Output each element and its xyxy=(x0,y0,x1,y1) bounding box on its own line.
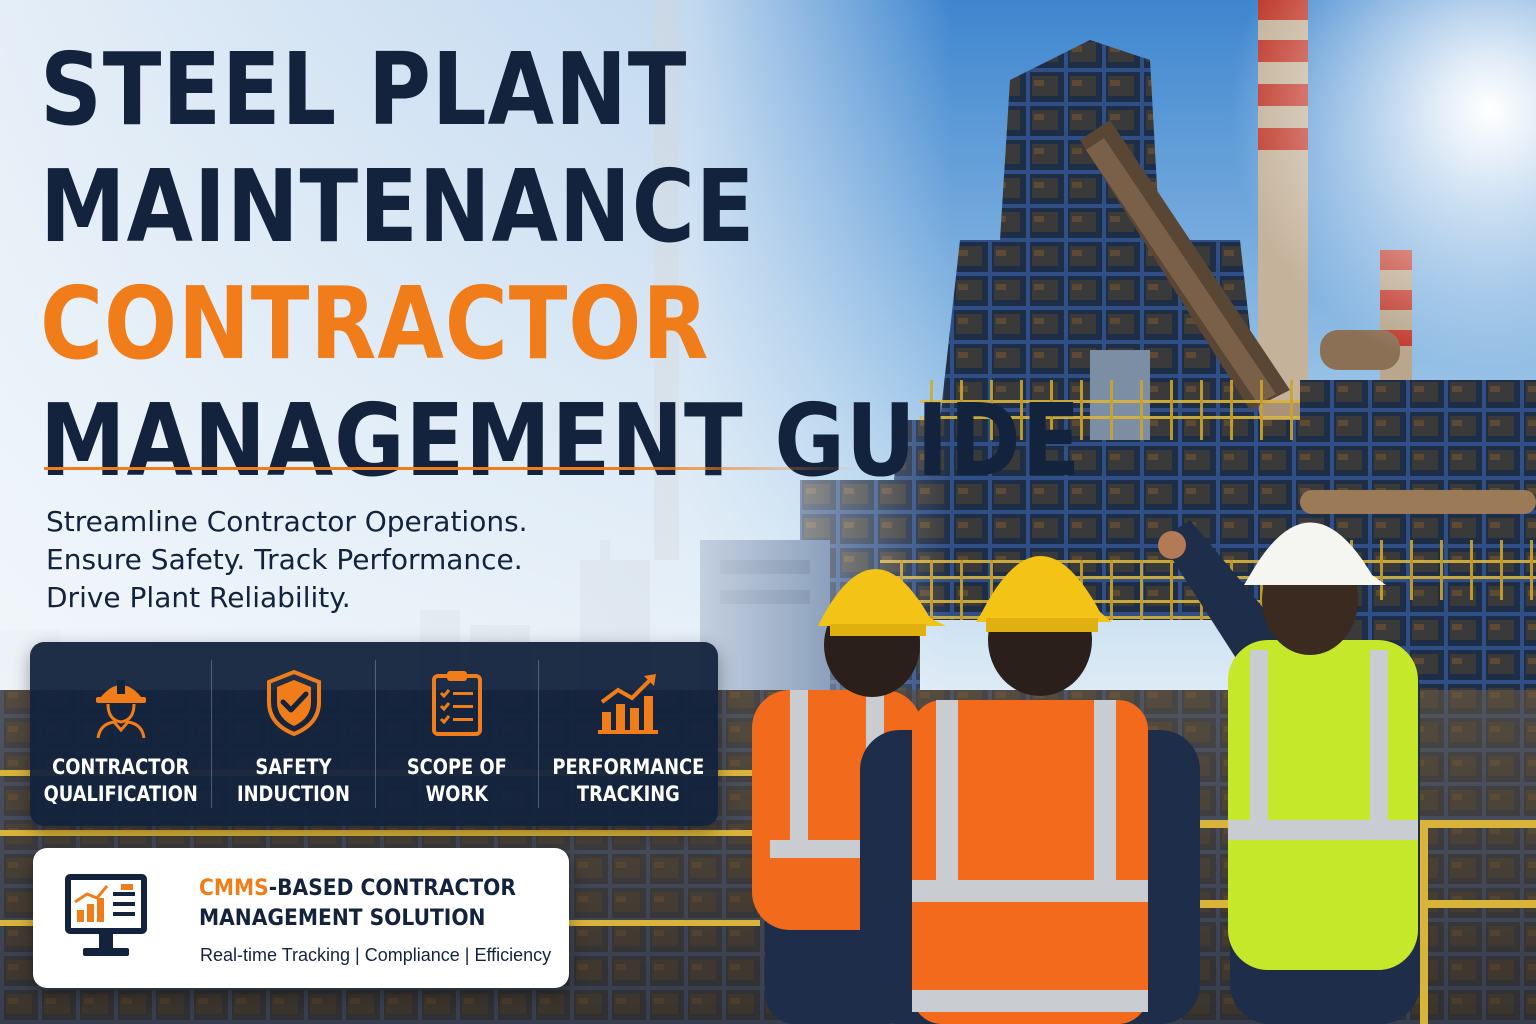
feature-label-line-1: SAFETY xyxy=(255,755,332,779)
headline: STEEL PLANT MAINTENANCE CONTRACTOR MANAG… xyxy=(40,40,1081,508)
tagline-line-3: Drive Plant Reliability. xyxy=(46,581,351,614)
headline-line-1: STEEL PLANT xyxy=(40,31,688,148)
cmms-title: CMMS-BASED CONTRACTOR MANAGEMENT SOLUTIO… xyxy=(199,874,516,934)
feature-performance-tracking: PERFORMANCE TRACKING xyxy=(539,660,718,808)
clipboard-checklist-icon xyxy=(432,671,483,736)
feature-label-line-2: WORK xyxy=(425,782,489,806)
cmms-title-line-2: MANAGEMENT SOLUTION xyxy=(199,906,486,931)
headline-line-2: MAINTENANCE xyxy=(40,148,756,265)
cmms-title-rest: -BASED CONTRACTOR xyxy=(268,876,516,901)
feature-label-line-2: INDUCTION xyxy=(237,782,351,806)
feature-panel: CONTRACTOR QUALIFICATION SAFETY INDUCTIO… xyxy=(30,642,718,826)
tagline: Streamline Contractor Operations. Ensure… xyxy=(46,503,528,617)
feature-contractor-qualification: CONTRACTOR QUALIFICATION xyxy=(30,660,213,808)
bar-chart-trend-icon xyxy=(597,674,658,734)
feature-label-line-1: PERFORMANCE xyxy=(552,755,705,779)
monitor-dashboard-icon xyxy=(65,874,147,956)
feature-scope-of-work: SCOPE OF WORK xyxy=(376,660,540,808)
headline-line-3: CONTRACTOR xyxy=(40,265,710,382)
feature-safety-induction: SAFETY INDUCTION xyxy=(212,660,376,808)
shield-check-icon xyxy=(266,669,321,737)
headline-divider xyxy=(44,467,864,470)
cmms-subtitle: Real-time Tracking | Compliance | Effici… xyxy=(200,945,552,965)
hard-hat-worker-icon xyxy=(95,680,146,738)
cmms-card: CMMS-BASED CONTRACTOR MANAGEMENT SOLUTIO… xyxy=(33,848,569,988)
tagline-line-1: Streamline Contractor Operations. xyxy=(46,505,528,538)
headline-line-4: MANAGEMENT GUIDE xyxy=(40,382,1082,499)
feature-label: SAFETY INDUCTION xyxy=(237,754,350,808)
tagline-line-2: Ensure Safety. Track Performance. xyxy=(46,543,523,576)
feature-label: CONTRACTOR QUALIFICATION xyxy=(44,754,198,808)
feature-label: SCOPE OF WORK xyxy=(407,754,507,808)
feature-label-line-1: SCOPE OF xyxy=(407,755,508,779)
feature-label: PERFORMANCE TRACKING xyxy=(553,754,705,808)
feature-label-line-2: QUALIFICATION xyxy=(43,782,198,806)
cmms-title-accent: CMMS xyxy=(199,876,269,901)
feature-label-line-1: CONTRACTOR xyxy=(52,755,190,779)
feature-label-line-2: TRACKING xyxy=(577,782,681,806)
